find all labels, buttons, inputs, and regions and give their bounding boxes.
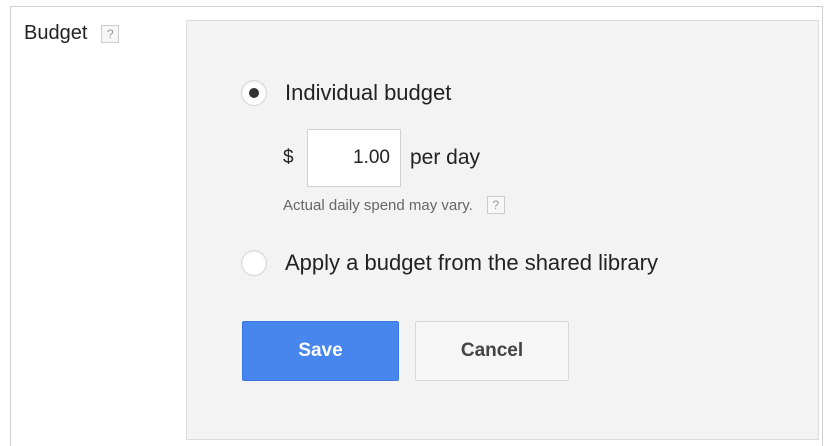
budget-amount-input[interactable] xyxy=(307,129,401,187)
budget-help-icon[interactable]: ? xyxy=(101,24,120,43)
currency-symbol: $ xyxy=(283,147,294,168)
per-day-label: per day xyxy=(410,146,481,169)
radio-selected-dot xyxy=(249,88,259,98)
shared-library-option[interactable]: Apply a budget from the shared library xyxy=(241,250,658,276)
spend-help-icon[interactable]: ? xyxy=(486,196,505,214)
cancel-button[interactable]: Cancel xyxy=(415,321,569,381)
budget-field-label: Budget ? xyxy=(24,22,120,45)
individual-budget-option[interactable]: Individual budget xyxy=(241,80,451,106)
spend-note-text: Actual daily spend may vary. xyxy=(283,196,473,214)
shared-library-radio[interactable] xyxy=(241,250,267,276)
shared-library-label[interactable]: Apply a budget from the shared library xyxy=(285,250,658,276)
save-button[interactable]: Save xyxy=(242,321,399,381)
budget-amount-row: $ per day xyxy=(283,129,480,187)
spend-note: Actual daily spend may vary. ? xyxy=(283,196,505,214)
budget-label-text: Budget xyxy=(24,22,88,44)
individual-budget-radio[interactable] xyxy=(241,80,267,106)
individual-budget-label[interactable]: Individual budget xyxy=(285,80,451,106)
